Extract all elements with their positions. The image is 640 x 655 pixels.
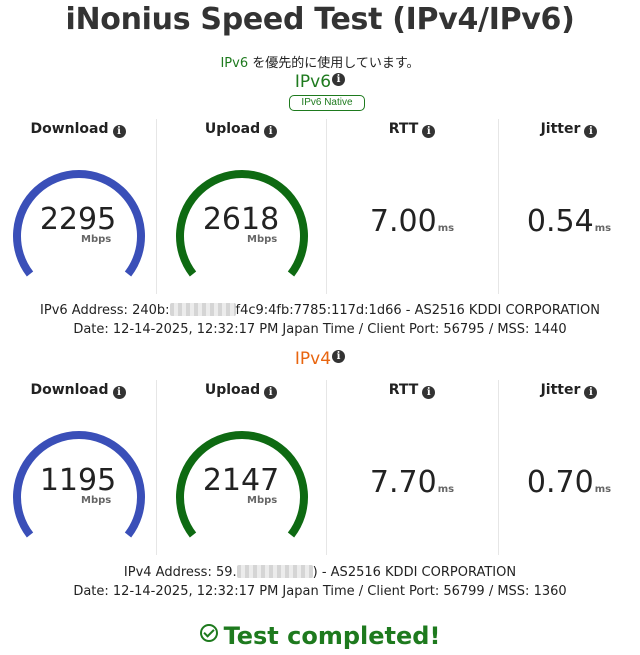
check-circle-icon [199, 624, 218, 642]
ipv6-heading-label: IPv6 [294, 72, 332, 92]
ipv6-upload-value: 2618 [202, 202, 280, 237]
info-icon[interactable]: i [584, 125, 598, 138]
info-icon[interactable]: i [422, 125, 436, 138]
ipv4-upload-cell: Upload i 2147 Mbps [156, 380, 327, 555]
ipv4-download-value: 1195 [39, 463, 117, 498]
ipv6-jitter-label: Jitter i [498, 121, 640, 138]
info-icon[interactable]: i [112, 125, 126, 138]
redacted-text [236, 565, 313, 578]
ipv4-address-line: IPv4 Address: 59.) - AS2516 KDDI CORPORA… [123, 565, 517, 580]
ipv6-section-heading: IPv6 i [0, 72, 640, 92]
page-title: iNonius Speed Test (IPv4/IPv6) [65, 2, 575, 37]
ipv4-rtt-label: RTT i [326, 382, 498, 399]
ipv4-section-heading: IPv4 i [0, 349, 640, 369]
info-icon[interactable]: i [332, 73, 346, 86]
ipv6-upload-label: Upload i [156, 121, 326, 138]
redacted-text [169, 303, 236, 316]
ms-unit: ms [594, 223, 612, 234]
ipv6-address-line: IPv6 Address: 240b: f4c9:4fb:7785:117d:1d… [40, 303, 600, 318]
info-icon[interactable]: i [264, 386, 278, 399]
ipv6-upload-unit: Mbps [247, 234, 278, 245]
ipv6-upload-cell: Upload i 2618 Mbps [156, 119, 327, 294]
ipv4-jitter-cell: Jitter i 0.70ms [498, 380, 640, 555]
ipv4-rtt-cell: RTT i 7.70ms [326, 380, 499, 555]
ipv6-native-badge: IPv6 Native [289, 95, 365, 111]
ipv4-upload-unit: Mbps [247, 495, 278, 506]
ms-unit: ms [437, 223, 455, 234]
ipv6-download-label: Download i [0, 121, 156, 138]
info-icon[interactable]: i [584, 386, 598, 399]
ipv4-jitter-value: 0.70ms [526, 465, 612, 500]
ms-unit: ms [437, 484, 455, 495]
preferred-protocol: IPv6 [220, 56, 249, 71]
ipv6-jitter-value: 0.54ms [526, 204, 612, 239]
protocol-preference: IPv6 を優先的に使用しています。 [0, 52, 640, 71]
ipv4-download-label: Download i [0, 382, 156, 399]
ipv4-heading-label: IPv4 [294, 349, 332, 369]
ipv4-upload-label: Upload i [156, 382, 326, 399]
ipv6-date-line: Date: 12-14-2025, 12:32:17 PM Japan Time… [73, 322, 567, 337]
ipv4-download-cell: Download i 1195 Mbps [0, 380, 157, 555]
status-text: Test completed! [223, 622, 441, 650]
test-status: Test completed! [0, 622, 640, 650]
ipv6-rtt-label: RTT i [326, 121, 498, 138]
ms-unit: ms [594, 484, 612, 495]
ipv4-date-line: Date: 12-14-2025, 12:32:17 PM Japan Time… [73, 584, 567, 599]
info-icon[interactable]: i [422, 386, 436, 399]
preference-text: を優先的に使用しています。 [248, 56, 420, 71]
info-icon[interactable]: i [264, 125, 278, 138]
ipv4-download-unit: Mbps [81, 495, 112, 506]
ipv4-rtt-value: 7.70ms [369, 465, 455, 500]
info-icon[interactable]: i [112, 386, 126, 399]
ipv6-download-value: 2295 [39, 202, 117, 237]
ipv4-upload-value: 2147 [202, 463, 280, 498]
ipv4-jitter-label: Jitter i [498, 382, 640, 399]
ipv6-results-row: Download i 2295 Mbps Upload i 2618 Mbps RT… [0, 119, 640, 294]
ipv6-download-unit: Mbps [81, 234, 112, 245]
ipv6-rtt-cell: RTT i 7.00ms [326, 119, 499, 294]
ipv6-jitter-cell: Jitter i 0.54ms [498, 119, 640, 294]
ipv6-download-cell: Download i 2295 Mbps [0, 119, 157, 294]
info-icon[interactable]: i [332, 350, 346, 363]
ipv4-results-row: Download i 1195 Mbps Upload i 2147 Mbps RT… [0, 380, 640, 555]
ipv6-rtt-value: 7.00ms [369, 204, 455, 239]
